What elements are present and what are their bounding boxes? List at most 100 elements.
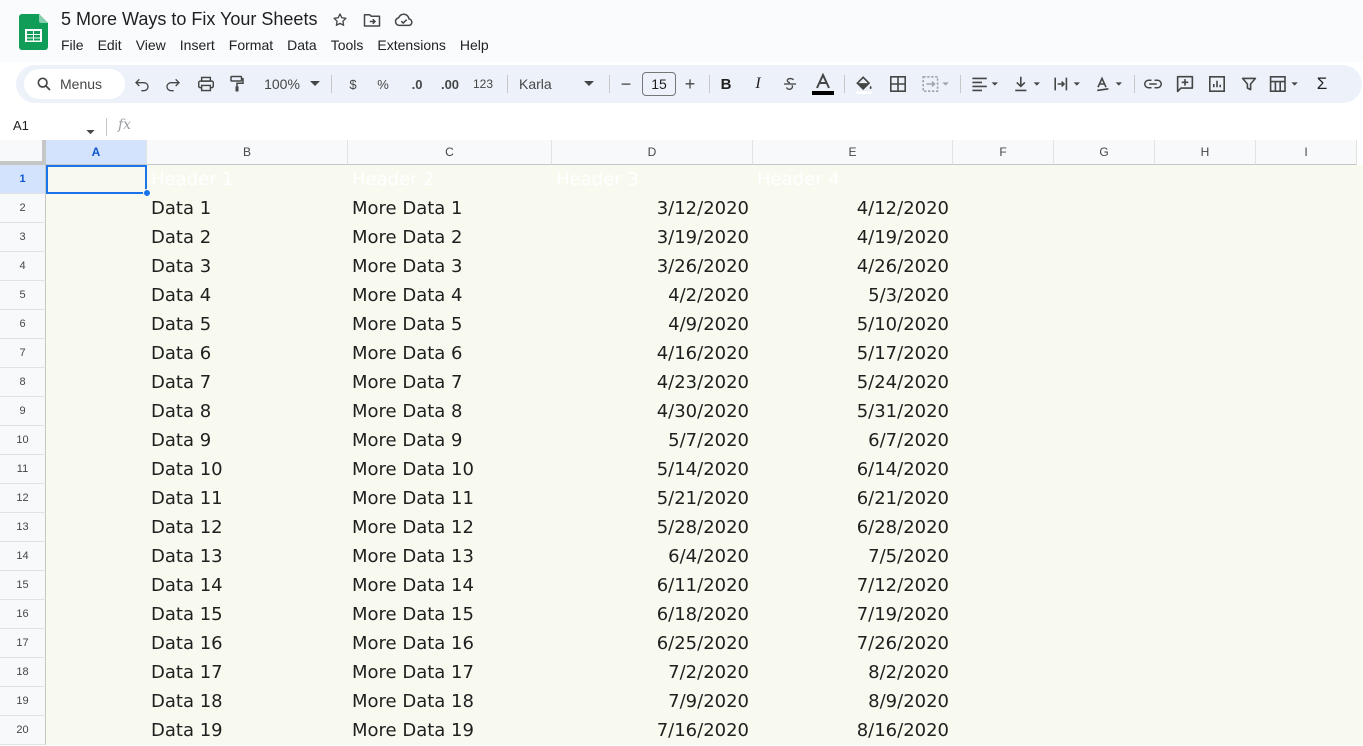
- cell-i[interactable]: [1256, 223, 1357, 252]
- cell-i[interactable]: [1256, 194, 1357, 223]
- menu-file[interactable]: File: [54, 36, 91, 56]
- cell-g[interactable]: [1054, 223, 1155, 252]
- row-header[interactable]: 7: [0, 339, 46, 368]
- menu-help[interactable]: Help: [453, 36, 496, 56]
- cell-i[interactable]: [1256, 455, 1357, 484]
- cell-c[interactable]: More Data 13: [348, 542, 552, 571]
- cell-h[interactable]: [1155, 629, 1256, 658]
- cell-a[interactable]: [46, 397, 147, 426]
- cell-c[interactable]: More Data 14: [348, 571, 552, 600]
- bold-button[interactable]: B: [718, 72, 734, 96]
- cell-b[interactable]: Data 15: [147, 600, 348, 629]
- row-header[interactable]: 16: [0, 600, 46, 629]
- select-all-corner[interactable]: [0, 140, 46, 165]
- cell-c[interactable]: More Data 16: [348, 629, 552, 658]
- horizontal-align-icon[interactable]: [970, 72, 1002, 96]
- name-box[interactable]: A1: [13, 118, 29, 133]
- cell-d[interactable]: 5/7/2020: [552, 426, 753, 455]
- cell-b[interactable]: Data 7: [147, 368, 348, 397]
- menu-insert[interactable]: Insert: [173, 36, 222, 56]
- decrease-font-size-button[interactable]: −: [618, 72, 634, 96]
- cell-d[interactable]: 4/2/2020: [552, 281, 753, 310]
- cell-h[interactable]: [1155, 165, 1256, 194]
- fill-handle[interactable]: [143, 189, 151, 197]
- cell-f[interactable]: [953, 571, 1054, 600]
- insert-chart-icon[interactable]: [1208, 72, 1226, 96]
- cell-c[interactable]: More Data 15: [348, 600, 552, 629]
- cell-d[interactable]: 3/12/2020: [552, 194, 753, 223]
- cell-g[interactable]: [1054, 687, 1155, 716]
- column-header-e[interactable]: E: [753, 140, 953, 165]
- cell-b[interactable]: Data 10: [147, 455, 348, 484]
- cell-e[interactable]: 6/7/2020: [753, 426, 953, 455]
- cell-h[interactable]: [1155, 484, 1256, 513]
- cell-i[interactable]: [1256, 339, 1357, 368]
- menu-view[interactable]: View: [129, 36, 173, 56]
- cell-i[interactable]: [1256, 658, 1357, 687]
- cell-i[interactable]: [1256, 542, 1357, 571]
- cell-a[interactable]: [46, 281, 147, 310]
- cell-i[interactable]: [1256, 600, 1357, 629]
- cell-h[interactable]: [1155, 339, 1256, 368]
- cell-g[interactable]: [1054, 542, 1155, 571]
- column-header-b[interactable]: B: [147, 140, 348, 165]
- cell-h[interactable]: [1155, 716, 1256, 745]
- column-header-d[interactable]: D: [552, 140, 753, 165]
- row-header[interactable]: 11: [0, 455, 46, 484]
- cell-e[interactable]: 7/12/2020: [753, 571, 953, 600]
- paint-format-icon[interactable]: [229, 72, 245, 96]
- cell-b[interactable]: Data 14: [147, 571, 348, 600]
- increase-font-size-button[interactable]: +: [682, 72, 698, 96]
- insert-comment-icon[interactable]: [1176, 72, 1194, 96]
- cell-h[interactable]: [1155, 658, 1256, 687]
- cell-e[interactable]: 4/12/2020: [753, 194, 953, 223]
- row-header[interactable]: 18: [0, 658, 46, 687]
- row-header[interactable]: 14: [0, 542, 46, 571]
- cell-b[interactable]: Data 5: [147, 310, 348, 339]
- cell-e[interactable]: 8/9/2020: [753, 687, 953, 716]
- undo-icon[interactable]: [134, 72, 150, 96]
- cell-b[interactable]: Data 8: [147, 397, 348, 426]
- italic-button[interactable]: I: [750, 72, 766, 96]
- column-header-h[interactable]: H: [1155, 140, 1256, 165]
- cell-b[interactable]: Data 13: [147, 542, 348, 571]
- cell-d[interactable]: 4/9/2020: [552, 310, 753, 339]
- row-header[interactable]: 6: [0, 310, 46, 339]
- font-select[interactable]: Karla: [519, 72, 579, 96]
- cloud-status-icon[interactable]: [394, 10, 414, 30]
- cell-b[interactable]: Data 9: [147, 426, 348, 455]
- cell-e[interactable]: 7/26/2020: [753, 629, 953, 658]
- redo-icon[interactable]: [165, 72, 181, 96]
- filter-views-icon[interactable]: [1268, 72, 1302, 96]
- cell-f[interactable]: [953, 223, 1054, 252]
- cell-b[interactable]: Data 12: [147, 513, 348, 542]
- cell-b[interactable]: Data 6: [147, 339, 348, 368]
- cell-b[interactable]: Data 2: [147, 223, 348, 252]
- cell-h[interactable]: [1155, 223, 1256, 252]
- column-header-c[interactable]: C: [348, 140, 552, 165]
- cell-b[interactable]: Data 4: [147, 281, 348, 310]
- cell-c[interactable]: More Data 9: [348, 426, 552, 455]
- cell-g[interactable]: [1054, 629, 1155, 658]
- chevron-down-icon[interactable]: [583, 72, 595, 96]
- cell-f[interactable]: [953, 252, 1054, 281]
- cell-h[interactable]: [1155, 571, 1256, 600]
- row-header[interactable]: 3: [0, 223, 46, 252]
- cell-g[interactable]: [1054, 368, 1155, 397]
- row-header[interactable]: 19: [0, 687, 46, 716]
- cell-c[interactable]: Header 2: [348, 165, 552, 194]
- search-menus-button[interactable]: Menus: [24, 69, 125, 99]
- cell-e[interactable]: 5/3/2020: [753, 281, 953, 310]
- cell-f[interactable]: [953, 165, 1054, 194]
- functions-button[interactable]: Σ: [1314, 72, 1330, 96]
- cell-a[interactable]: [46, 310, 147, 339]
- cell-b[interactable]: Header 1: [147, 165, 348, 194]
- cell-d[interactable]: 6/25/2020: [552, 629, 753, 658]
- star-icon[interactable]: [330, 10, 350, 30]
- cell-b[interactable]: Data 17: [147, 658, 348, 687]
- menu-extensions[interactable]: Extensions: [370, 36, 452, 56]
- cell-f[interactable]: [953, 716, 1054, 745]
- increase-decimal-button[interactable]: .00: [436, 72, 464, 96]
- row-header[interactable]: 9: [0, 397, 46, 426]
- cell-e[interactable]: 6/28/2020: [753, 513, 953, 542]
